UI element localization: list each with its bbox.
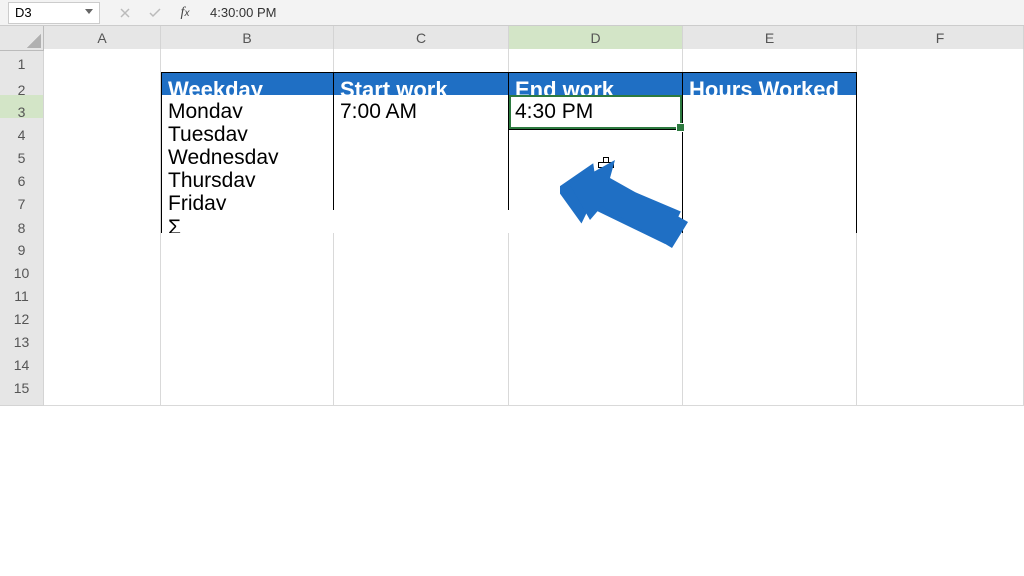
col-header-C[interactable]: C: [334, 26, 509, 51]
col-header-F[interactable]: F: [857, 26, 1024, 51]
col-header-A[interactable]: A: [44, 26, 161, 51]
cell-D3[interactable]: 4:30 PM: [509, 95, 683, 130]
cell-C15[interactable]: [334, 371, 509, 406]
formula-input[interactable]: 4:30:00 PM: [210, 5, 1024, 20]
cell-B15[interactable]: [161, 371, 334, 406]
col-header-B[interactable]: B: [161, 26, 334, 51]
select-all-corner[interactable]: [0, 26, 44, 51]
chevron-down-icon[interactable]: [85, 9, 93, 17]
cell-reference: D3: [15, 5, 32, 20]
col-header-D[interactable]: D: [509, 26, 683, 51]
col-header-E[interactable]: E: [683, 26, 857, 51]
cell-D15[interactable]: [509, 371, 683, 406]
confirm-button[interactable]: [146, 4, 164, 22]
fx-icon: fx: [181, 5, 190, 21]
formula-bar: D3 fx 4:30:00 PM: [0, 0, 1024, 26]
spreadsheet-grid[interactable]: A B C D E F 1 2 Weekday Start work End w…: [0, 26, 1024, 576]
fx-button[interactable]: fx: [176, 4, 194, 22]
cell-A15[interactable]: [44, 371, 161, 406]
cell-F15[interactable]: [857, 371, 1024, 406]
row-header-15[interactable]: 15: [0, 371, 44, 406]
cancel-button[interactable]: [116, 4, 134, 22]
cell-E15[interactable]: [683, 371, 857, 406]
formula-bar-controls: fx: [116, 4, 194, 22]
name-box[interactable]: D3: [8, 2, 100, 24]
